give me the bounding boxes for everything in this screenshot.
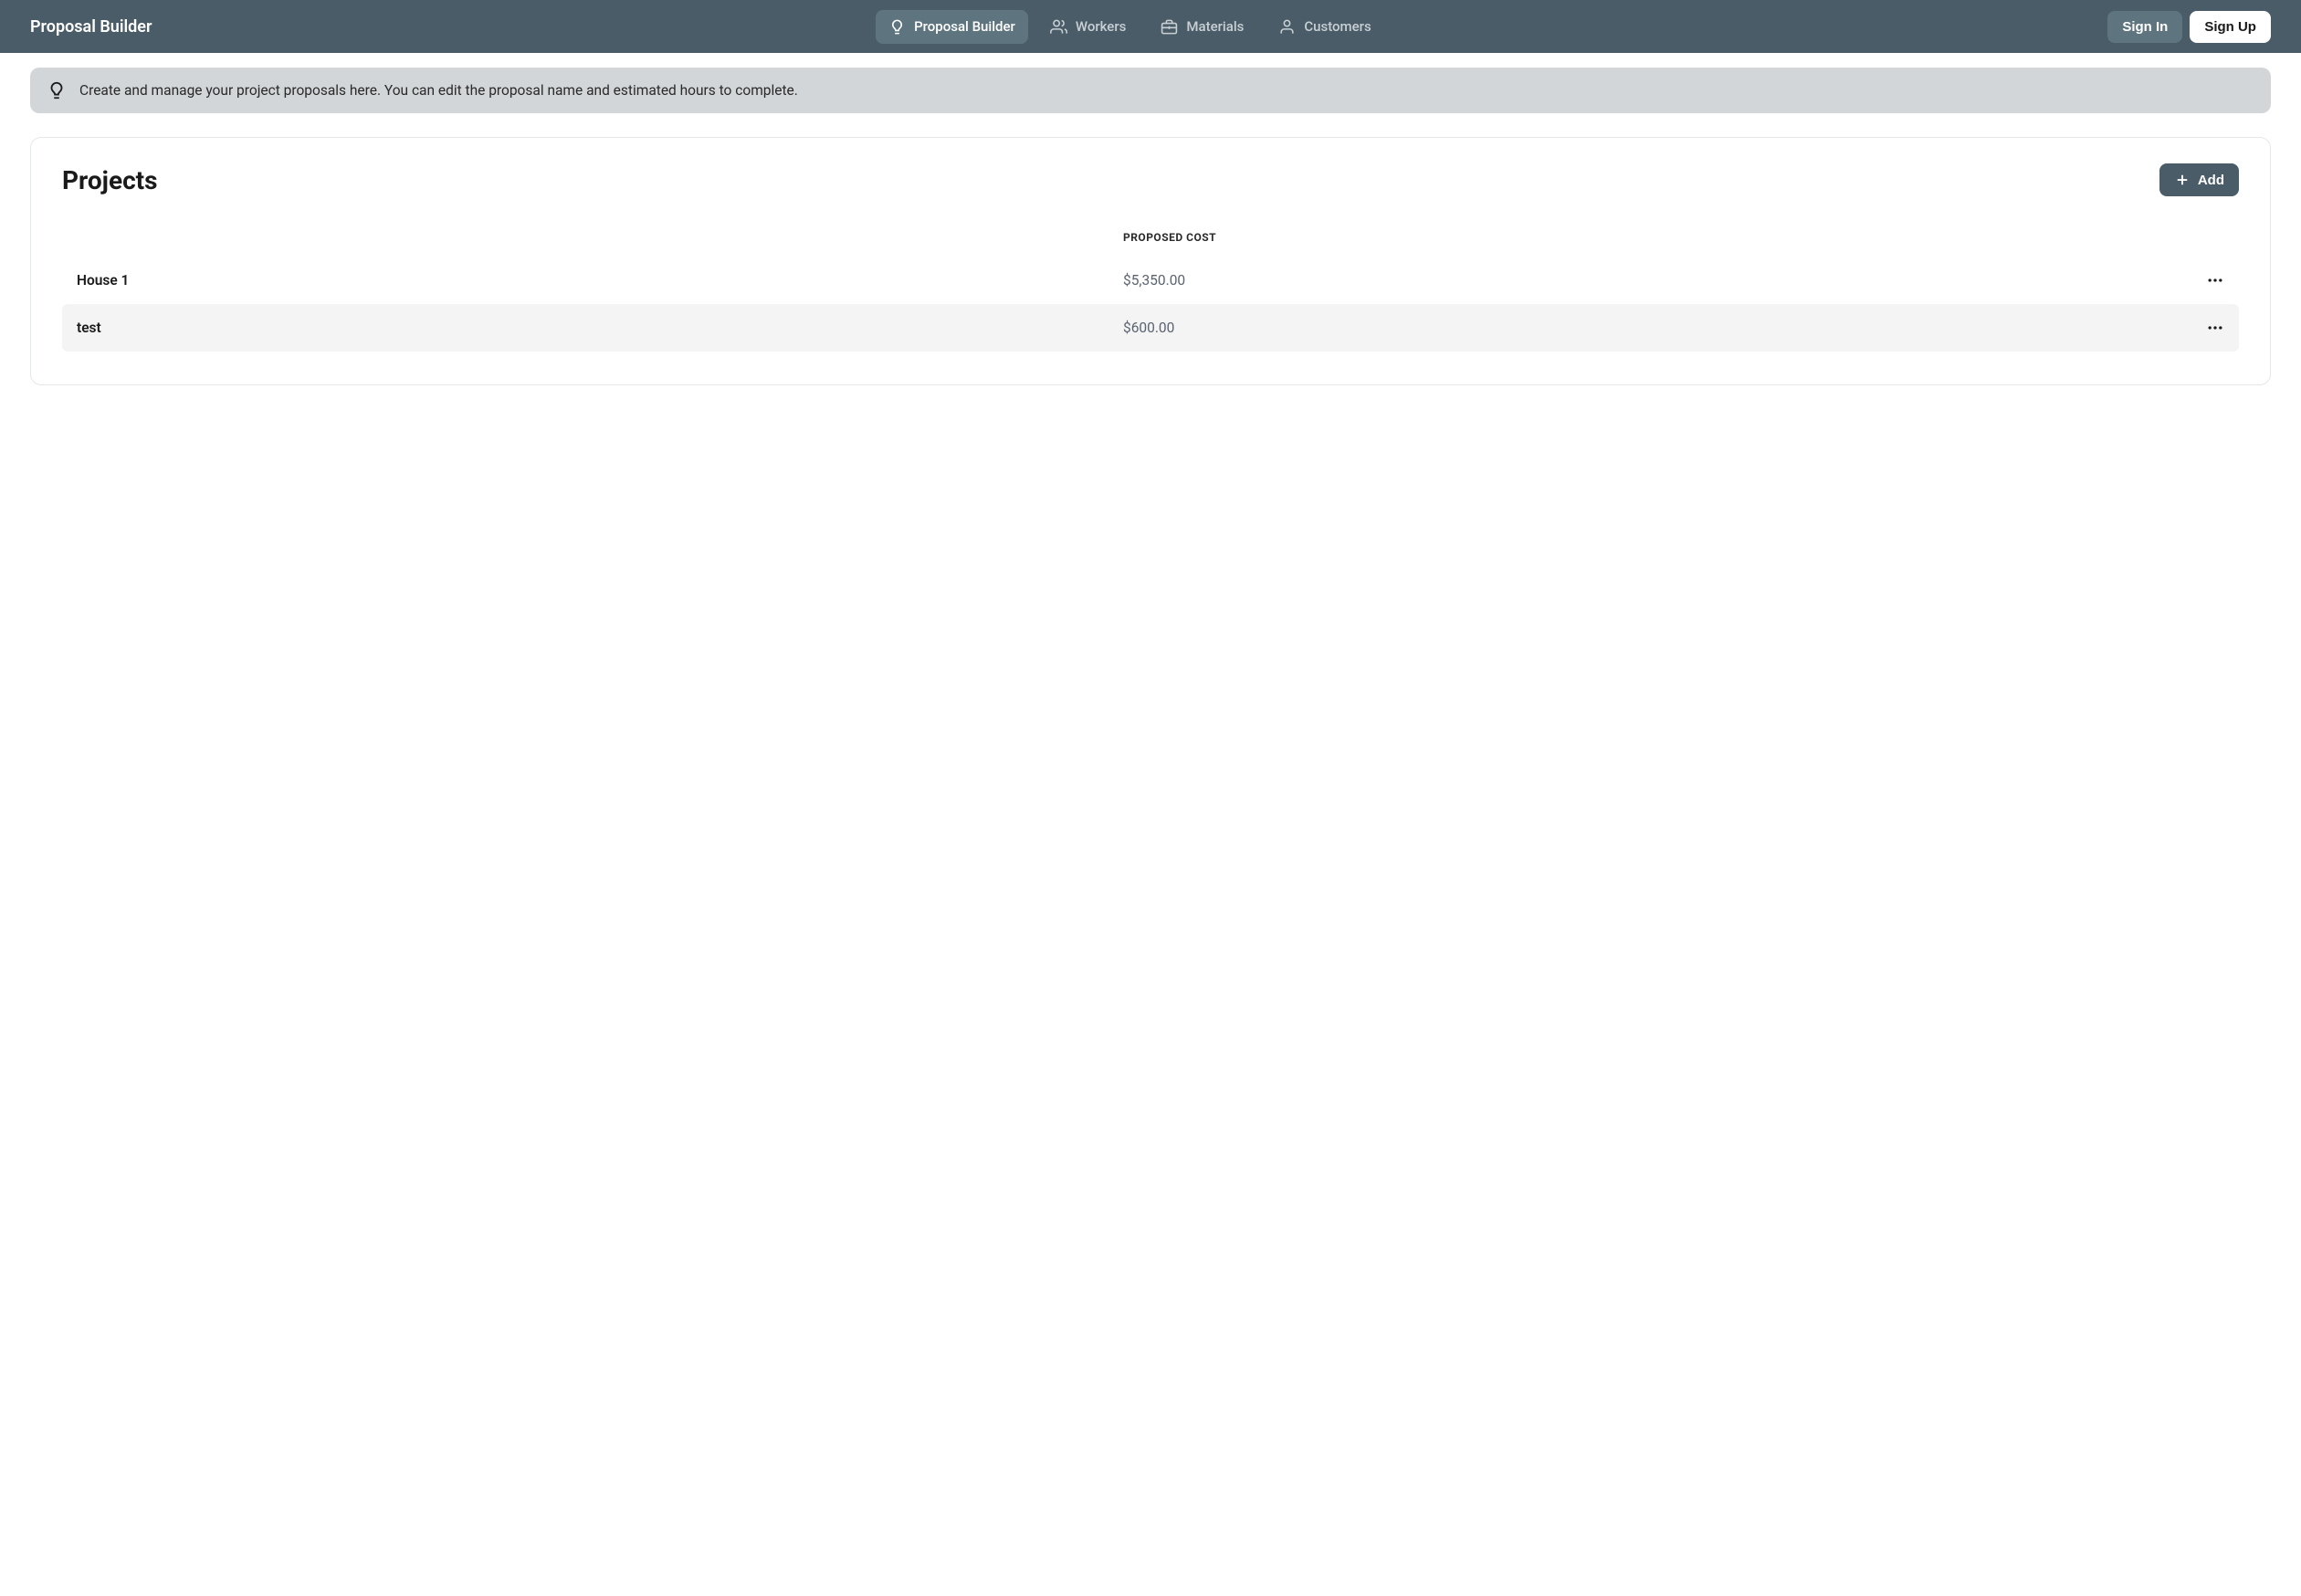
nav-workers[interactable]: Workers (1037, 10, 1140, 44)
nav-label: Workers (1076, 18, 1127, 35)
app-header: Proposal Builder Proposal Builder Worker… (0, 0, 2301, 53)
signup-button[interactable]: Sign Up (2190, 11, 2271, 43)
nav-customers[interactable]: Customers (1266, 10, 1383, 44)
card-title: Projects (62, 165, 158, 195)
auth-buttons: Sign In Sign Up (2107, 11, 2271, 43)
project-name: test (77, 320, 1123, 336)
page-content: Create and manage your project proposals… (0, 53, 2301, 400)
projects-card: Projects Add PROPOSED COST House 1 $5,35… (30, 137, 2271, 385)
signin-button[interactable]: Sign In (2107, 11, 2182, 43)
briefcase-icon (1161, 18, 1178, 36)
users-icon (1050, 18, 1067, 36)
nav-materials[interactable]: Materials (1148, 10, 1256, 44)
nav-proposal-builder[interactable]: Proposal Builder (876, 10, 1028, 44)
col-name (77, 231, 1123, 244)
project-name: House 1 (77, 272, 1123, 289)
nav-label: Proposal Builder (914, 18, 1015, 35)
user-icon (1278, 18, 1296, 36)
info-banner-text: Create and manage your project proposals… (79, 82, 798, 99)
row-actions-button[interactable] (2170, 271, 2224, 289)
table-header: PROPOSED COST (62, 231, 2239, 257)
lightbulb-icon (47, 80, 67, 100)
lightbulb-icon (888, 18, 906, 36)
project-cost: $5,350.00 (1123, 272, 2170, 289)
col-actions (2170, 231, 2224, 244)
main-nav: Proposal Builder Workers Materials Custo… (876, 10, 1384, 44)
nav-label: Materials (1186, 18, 1244, 35)
plus-icon (2174, 172, 2191, 188)
col-cost: PROPOSED COST (1123, 231, 2170, 244)
table-row[interactable]: House 1 $5,350.00 (62, 257, 2239, 304)
more-icon (2206, 271, 2224, 289)
projects-table: PROPOSED COST House 1 $5,350.00 test $60… (62, 231, 2239, 352)
add-label: Add (2198, 173, 2224, 188)
row-actions-button[interactable] (2170, 319, 2224, 337)
card-header: Projects Add (62, 163, 2239, 196)
add-project-button[interactable]: Add (2159, 163, 2239, 196)
project-cost: $600.00 (1123, 320, 2170, 336)
info-banner: Create and manage your project proposals… (30, 68, 2271, 113)
more-icon (2206, 319, 2224, 337)
table-row[interactable]: test $600.00 (62, 304, 2239, 352)
nav-label: Customers (1304, 18, 1371, 35)
app-title: Proposal Builder (30, 17, 152, 37)
